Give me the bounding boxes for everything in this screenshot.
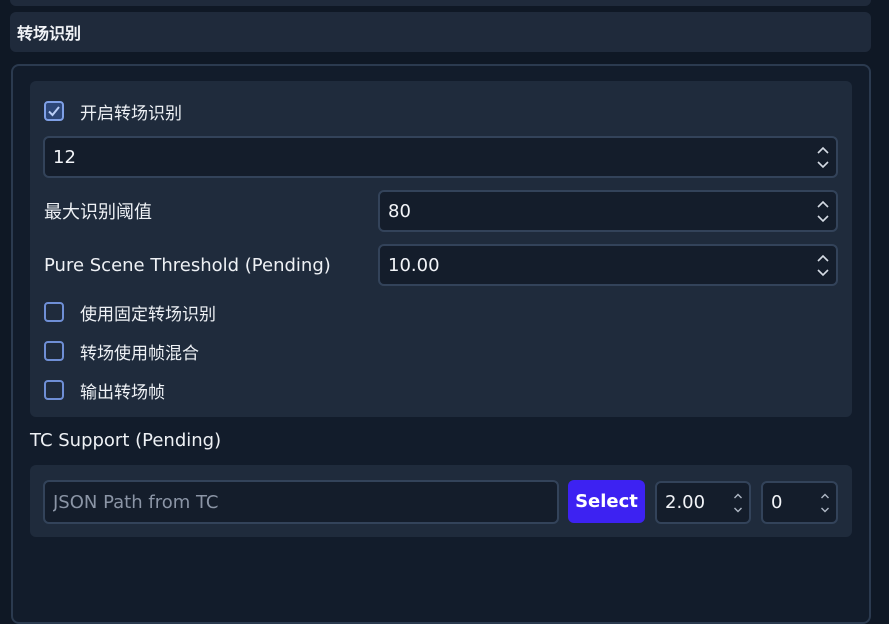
tc-spin-b-value[interactable]: 0 xyxy=(763,492,814,513)
section-header[interactable]: 转场识别 xyxy=(10,12,871,52)
checkbox-unchecked-icon[interactable] xyxy=(44,380,64,400)
output-scene-frames-checkbox[interactable]: 输出转场帧 xyxy=(44,378,165,403)
chevron-down-icon[interactable] xyxy=(816,157,830,172)
frame-count-spinbox[interactable]: 12 xyxy=(43,136,838,178)
chevron-up-icon[interactable] xyxy=(733,489,743,503)
spin-arrows xyxy=(810,138,836,176)
tc-spin-b[interactable]: 0 xyxy=(761,481,838,524)
chevron-up-icon[interactable] xyxy=(816,142,830,157)
tc-support-title: TC Support (Pending) xyxy=(30,430,222,451)
checkbox-label: 使用固定转场识别 xyxy=(80,304,216,325)
max-threshold-value[interactable]: 80 xyxy=(380,201,810,222)
fixed-scene-detection-checkbox[interactable]: 使用固定转场识别 xyxy=(44,300,216,325)
spin-arrows xyxy=(727,483,749,522)
frame-blend-checkbox[interactable]: 转场使用帧混合 xyxy=(44,339,199,364)
frame-count-value[interactable]: 12 xyxy=(45,147,810,168)
tc-json-path-input[interactable] xyxy=(43,480,559,524)
select-button[interactable]: Select xyxy=(568,480,645,523)
spin-arrows xyxy=(814,483,836,522)
max-threshold-label: 最大识别阈值 xyxy=(44,202,152,223)
tc-spin-a[interactable]: 2.00 xyxy=(655,481,751,524)
chevron-up-icon[interactable] xyxy=(816,196,830,211)
checkbox-label: 转场使用帧混合 xyxy=(80,343,199,364)
checkbox-checked-icon[interactable] xyxy=(44,101,64,121)
enable-scene-detection-label: 开启转场识别 xyxy=(80,103,182,124)
section-title: 转场识别 xyxy=(17,24,82,43)
chevron-down-icon[interactable] xyxy=(816,211,830,226)
chevron-down-icon[interactable] xyxy=(816,265,830,280)
chevron-up-icon[interactable] xyxy=(816,250,830,265)
enable-scene-detection-checkbox[interactable]: 开启转场识别 xyxy=(44,99,182,124)
spin-arrows xyxy=(810,246,836,284)
checkbox-unchecked-icon[interactable] xyxy=(44,341,64,361)
pure-scene-threshold-label: Pure Scene Threshold (Pending) xyxy=(44,254,331,276)
chevron-up-icon[interactable] xyxy=(820,489,830,503)
tc-spin-a-value[interactable]: 2.00 xyxy=(657,492,727,513)
checkbox-label: 输出转场帧 xyxy=(80,382,165,403)
chevron-down-icon[interactable] xyxy=(820,503,830,517)
max-threshold-spinbox[interactable]: 80 xyxy=(378,190,838,232)
spin-arrows xyxy=(810,192,836,230)
top-strip xyxy=(10,0,871,6)
chevron-down-icon[interactable] xyxy=(733,503,743,517)
pure-scene-threshold-spinbox[interactable]: 10.00 xyxy=(378,244,838,286)
pure-scene-threshold-value[interactable]: 10.00 xyxy=(380,255,810,276)
checkbox-unchecked-icon[interactable] xyxy=(44,302,64,322)
